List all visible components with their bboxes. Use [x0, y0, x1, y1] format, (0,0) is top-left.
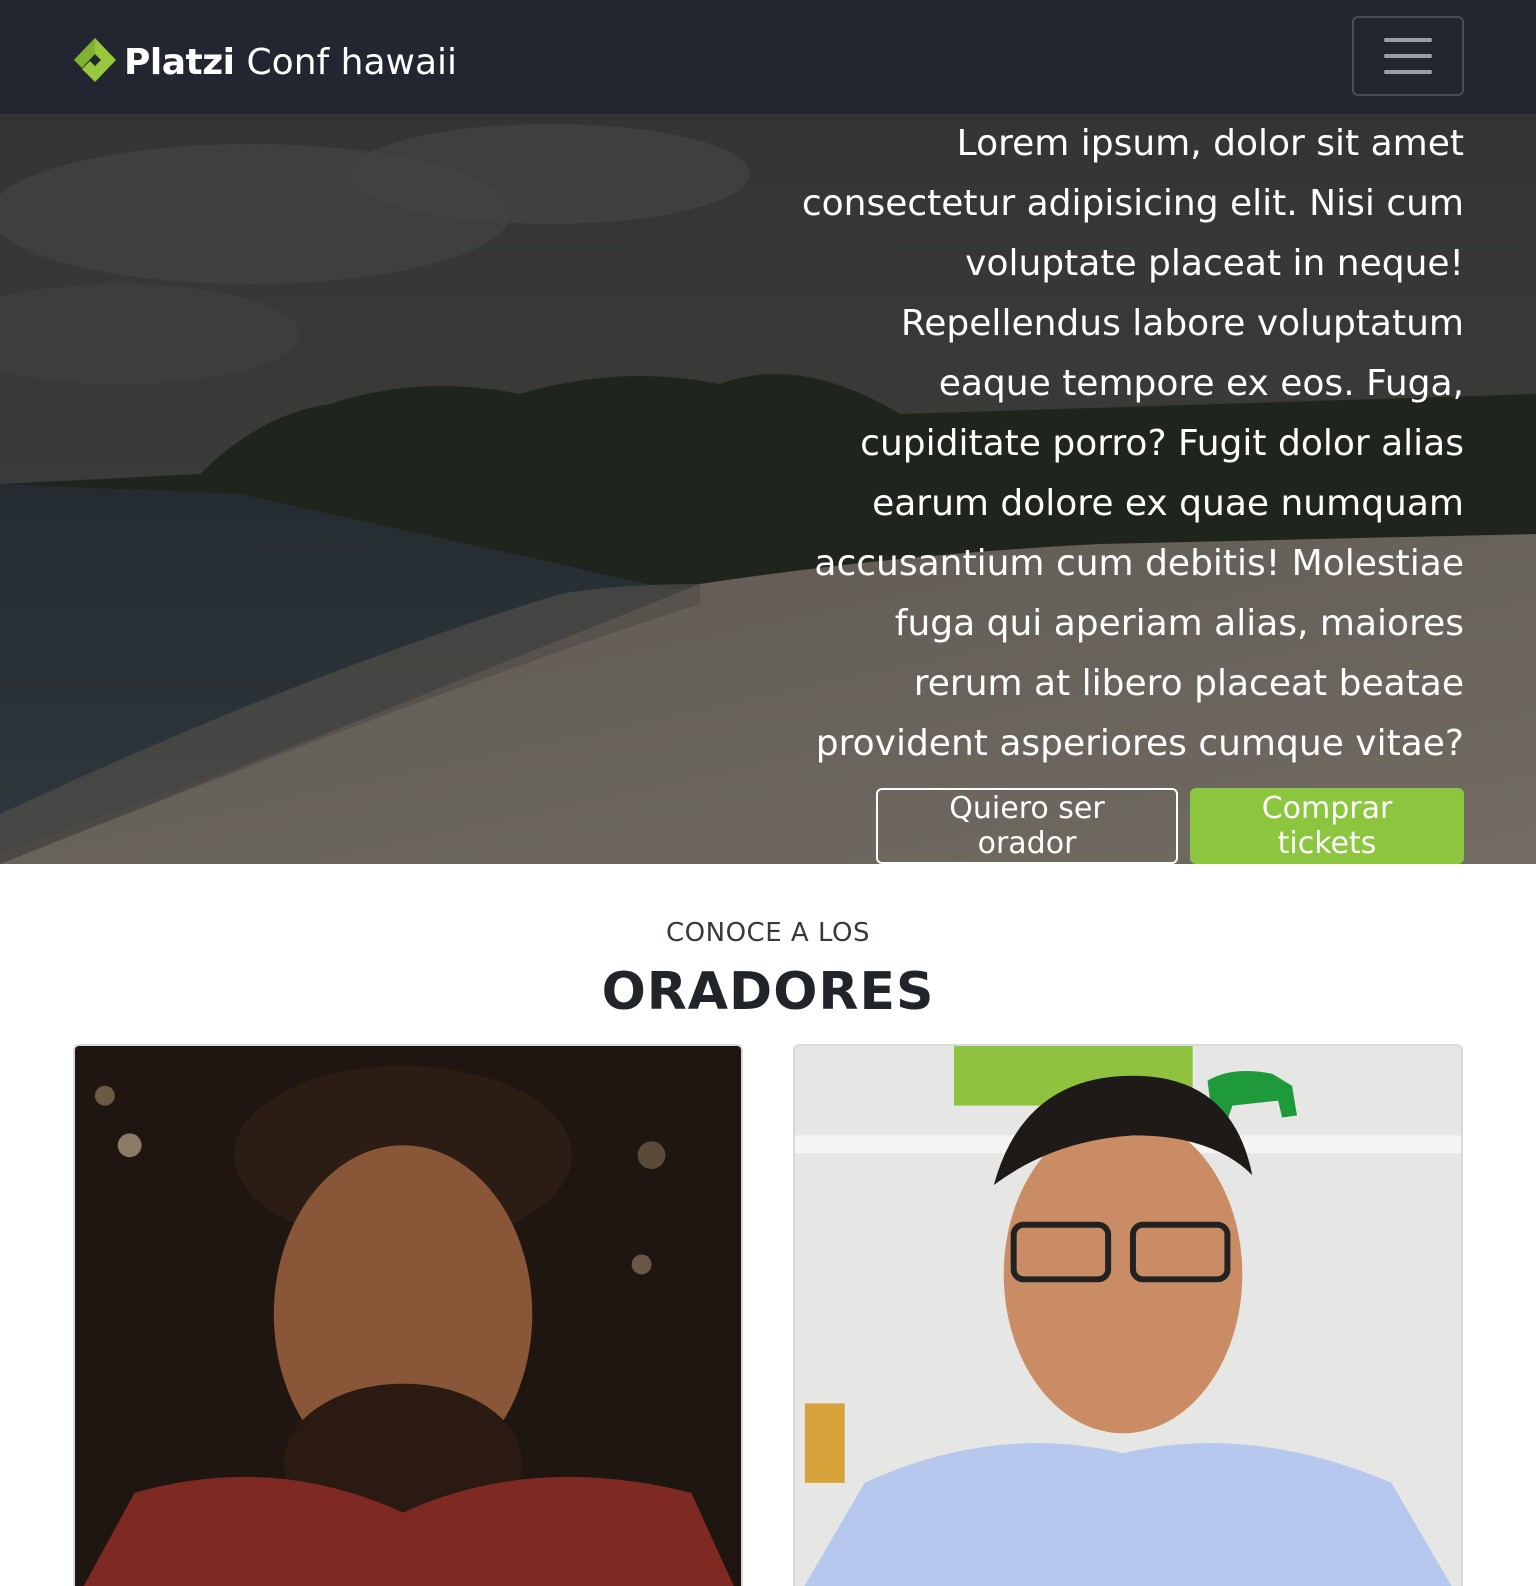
hamburger-icon-line: [1384, 70, 1432, 74]
hero-description: Lorem ipsum, dolor sit amet consectetur …: [801, 123, 1464, 764]
speaker-card[interactable]: [73, 1044, 743, 1586]
menu-toggle-button[interactable]: [1352, 16, 1464, 96]
platzi-logo-icon: [74, 38, 116, 82]
buy-tickets-button[interactable]: Comprar tickets: [1190, 788, 1464, 864]
hero-button-group: Quiero ser orador Comprar tickets: [876, 788, 1464, 864]
navbar: Platzi Conf hawaii: [0, 0, 1536, 114]
speakers-title: ORADORES: [601, 962, 935, 1022]
brand-platzi: Platzi: [124, 41, 235, 83]
hero-section: Lorem ipsum, dolor sit amet consectetur …: [0, 114, 1536, 864]
become-speaker-button[interactable]: Quiero ser orador: [876, 788, 1178, 864]
speaker-photo: [75, 1046, 741, 1586]
hamburger-icon-line: [1384, 54, 1432, 58]
brand-conf-name: Conf hawaii: [246, 41, 458, 83]
speakers-kicker: CONOCE A LOS: [666, 918, 870, 948]
hamburger-icon: [1384, 38, 1432, 42]
speaker-photo: [795, 1046, 1461, 1586]
speaker-card[interactable]: [793, 1044, 1463, 1586]
brand-link[interactable]: Platzi Conf hawaii: [70, 34, 457, 90]
